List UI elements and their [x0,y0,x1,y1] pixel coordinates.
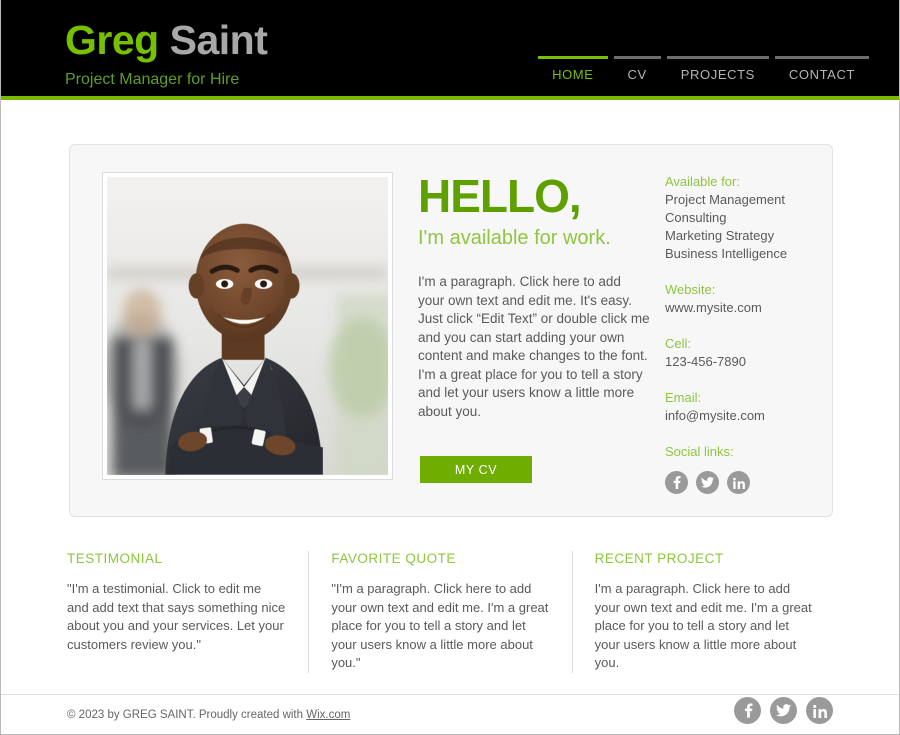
twitter-icon[interactable] [770,697,797,724]
card-body-testimonial: "I'm a testimonial. Click to edit me and… [67,581,286,652]
linkedin-icon[interactable] [727,471,750,494]
profile-photo-image [107,177,388,475]
card-title-testimonial: TESTIMONIAL [67,551,163,566]
linkedin-glyph [812,704,827,718]
facebook-glyph [744,703,752,718]
card-recent-project: RECENT PROJECT I'm a paragraph. Click he… [571,551,835,673]
brand-tagline: Project Manager for Hire [65,71,240,88]
nav-item-contact[interactable]: CONTACT [774,56,869,96]
profile-photo [103,173,392,479]
page-root: Greg Saint Project Manager for Hire HOME… [0,0,900,735]
hero-aside: Available for: Project Management Consul… [665,173,825,494]
card-favorite-quote: FAVORITE QUOTE "I'm a paragraph. Click h… [308,551,571,673]
footer-social-row [734,697,833,724]
card-title-favorite-quote: FAVORITE QUOTE [331,551,456,566]
available-item-1: Consulting [665,210,727,225]
facebook-icon[interactable] [665,471,688,494]
email-value[interactable]: info@mysite.com [665,407,825,425]
brand: Greg Saint Project Manager for Hire [65,17,268,90]
twitter-glyph [776,704,791,717]
wix-link[interactable]: Wix.com [306,709,350,721]
cell-label: Cell: [665,336,692,351]
hero-paragraph: I'm a paragraph. Click here to add your … [418,274,650,419]
main-navigation: HOME CV PROJECTS CONTACT [532,56,869,96]
footer-copyright-text: © 2023 by GREG SAINT. Proudly created wi… [67,709,307,721]
my-cv-button[interactable]: MY CV [420,456,532,483]
card-testimonial: TESTIMONIAL "I'm a testimonial. Click to… [67,551,308,673]
linkedin-icon[interactable] [806,697,833,724]
hero-text-block: HELLO, I'm available for work. I'm a par… [418,173,650,421]
twitter-icon[interactable] [696,471,719,494]
website-value[interactable]: www.mysite.com [665,299,825,317]
brand-title: Greg Saint [65,17,268,63]
twitter-glyph [701,477,714,488]
nav-item-projects[interactable]: PROJECTS [666,56,769,96]
card-body-recent-project: I'm a paragraph. Click here to add your … [594,581,812,670]
footer-copyright: © 2023 by GREG SAINT. Proudly created wi… [67,709,350,721]
linkedin-glyph [732,477,745,489]
available-for-label: Available for: [665,174,740,189]
facebook-icon[interactable] [734,697,761,724]
available-item-2: Marketing Strategy [665,228,775,243]
info-cards: TESTIMONIAL "I'm a testimonial. Click to… [67,551,835,673]
hero-subheading: I'm available for work. [418,227,611,249]
card-body-favorite-quote: "I'm a paragraph. Click here to add your… [331,581,549,670]
available-item-3: Business Intelligence [665,246,788,261]
website-label: Website: [665,282,716,297]
brand-first-name: Greg [65,17,159,63]
nav-item-home[interactable]: HOME [538,56,608,96]
site-footer: © 2023 by GREG SAINT. Proudly created wi… [1,694,899,735]
available-item-0: Project Management [665,192,785,207]
social-links-label: Social links: [665,444,734,459]
hero-heading: HELLO, [418,170,582,222]
email-label: Email: [665,390,702,405]
nav-item-cv[interactable]: CV [613,56,661,96]
card-title-recent-project: RECENT PROJECT [594,551,724,566]
facebook-glyph [673,476,681,489]
brand-last-name: Saint [169,17,268,63]
cell-value: 123-456-7890 [665,354,746,369]
social-links-row [665,471,825,494]
site-header: Greg Saint Project Manager for Hire HOME… [1,0,899,100]
